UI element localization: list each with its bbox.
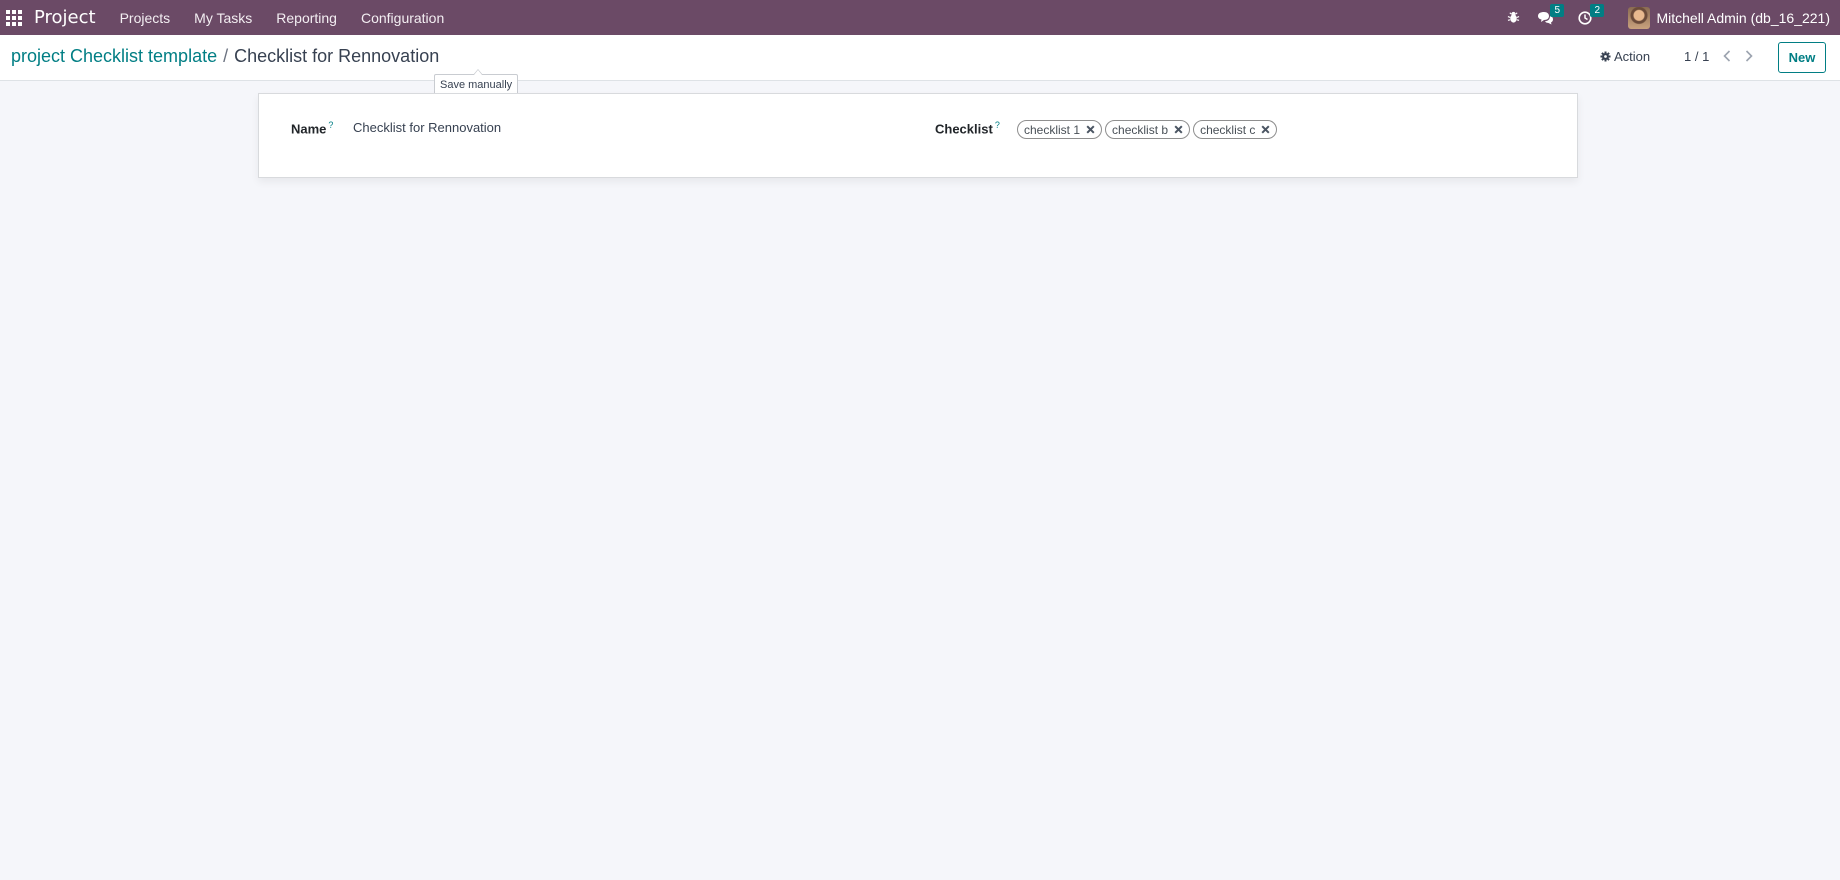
checklist-field-label: Checklist? bbox=[935, 120, 1000, 136]
menu-configuration[interactable]: Configuration bbox=[361, 10, 444, 26]
pager-value[interactable]: 1 / 1 bbox=[1684, 49, 1709, 64]
remove-tag-close-icon[interactable] bbox=[1173, 125, 1183, 135]
tag-label: checklist c bbox=[1200, 122, 1256, 137]
tag-label: checklist 1 bbox=[1024, 122, 1081, 137]
remove-tag-close-icon[interactable] bbox=[1085, 125, 1095, 135]
breadcrumb-parent-link[interactable]: project Checklist template bbox=[11, 46, 217, 66]
action-label: Action bbox=[1614, 49, 1651, 64]
user-name: Mitchell Admin (db_16_221) bbox=[1656, 9, 1830, 26]
checklist-tags-field[interactable]: checklist 1 checklist b checklist c bbox=[1017, 120, 1280, 139]
chevron-right-icon bbox=[1745, 50, 1753, 62]
checklist-tag: checklist c bbox=[1193, 120, 1278, 139]
remove-tag-close-icon[interactable] bbox=[1260, 125, 1270, 135]
action-menu-button[interactable]: Action bbox=[1600, 49, 1650, 64]
breadcrumb: project Checklist template / Checklist for… bbox=[11, 46, 439, 67]
breadcrumb-current: Checklist for Rennovation bbox=[234, 46, 440, 66]
new-record-button[interactable]: New bbox=[1778, 42, 1826, 73]
checklist-tag: checklist 1 bbox=[1017, 120, 1103, 139]
chevron-left-icon bbox=[1723, 50, 1731, 62]
debug-bug-icon[interactable] bbox=[1500, 0, 1526, 35]
control-panel: project Checklist template / Checklist for… bbox=[0, 35, 1840, 81]
checklist-tag: checklist b bbox=[1105, 120, 1191, 139]
gear-icon bbox=[1600, 51, 1611, 62]
menu-reporting[interactable]: Reporting bbox=[276, 10, 337, 26]
apps-grid-icon[interactable] bbox=[6, 9, 22, 26]
messages-count-badge: 5 bbox=[1550, 4, 1565, 17]
checklist-label-text: Checklist bbox=[935, 121, 993, 137]
user-menu[interactable]: Mitchell Admin (db_16_221) bbox=[1628, 6, 1830, 29]
activities-clock-icon[interactable]: 2 bbox=[1572, 0, 1605, 35]
menu-projects[interactable]: Projects bbox=[120, 10, 171, 26]
user-avatar bbox=[1628, 6, 1651, 29]
pager-previous-button[interactable] bbox=[1719, 48, 1735, 64]
tag-label: checklist b bbox=[1112, 122, 1169, 137]
name-label-text: Name bbox=[291, 121, 327, 137]
activities-count-badge: 2 bbox=[1590, 4, 1605, 17]
name-field-label: Name? bbox=[291, 120, 333, 136]
name-input[interactable]: Checklist for Rennovation bbox=[353, 120, 853, 135]
checklist-help-tooltip[interactable]: ? bbox=[995, 120, 1000, 130]
top-navbar: Project Projects My Tasks Reporting Conf… bbox=[0, 0, 1840, 35]
app-brand[interactable]: Project bbox=[34, 7, 96, 28]
messages-chat-icon[interactable]: 5 bbox=[1532, 0, 1565, 35]
menu-my-tasks[interactable]: My Tasks bbox=[194, 10, 252, 26]
pager-next-button[interactable] bbox=[1741, 48, 1757, 64]
navbar-systray: 5 2 Mitchell Admin (db_16_221) bbox=[1500, 0, 1840, 35]
form-sheet: Name? Checklist for Rennovation Checklis… bbox=[258, 93, 1578, 178]
breadcrumb-separator: / bbox=[223, 46, 229, 66]
name-help-tooltip[interactable]: ? bbox=[328, 120, 333, 130]
